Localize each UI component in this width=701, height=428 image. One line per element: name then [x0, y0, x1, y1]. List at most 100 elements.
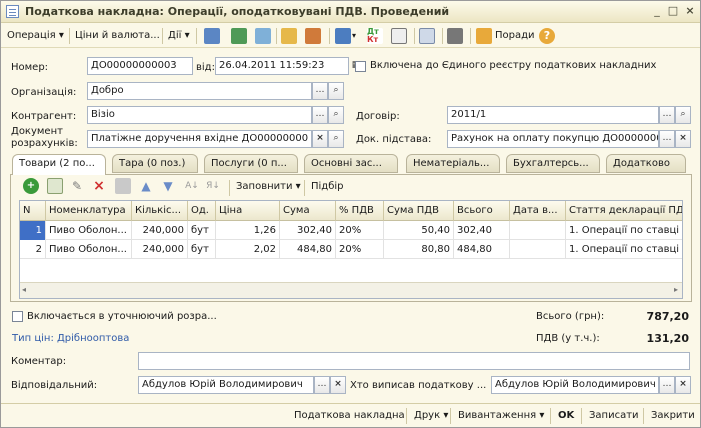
debit-credit-icon[interactable]: Дт Кт [367, 28, 383, 44]
table-cell[interactable]: 20% [336, 240, 384, 259]
report-icon[interactable] [391, 28, 407, 44]
tab-fixed-assets[interactable]: Основні зас... [304, 154, 398, 173]
clear-icon[interactable]: × [675, 130, 691, 148]
table-cell[interactable]: 302,40 [280, 221, 336, 240]
help-icon[interactable]: ? [539, 28, 555, 44]
table-cell[interactable]: 240,000 [132, 240, 188, 259]
clear-icon[interactable]: × [330, 376, 346, 394]
save-button[interactable]: Записати [589, 408, 639, 424]
tab-additional[interactable]: Додатково [606, 154, 686, 173]
column-header[interactable]: % ПДВ [336, 201, 384, 221]
table-cell[interactable]: 2 [20, 240, 46, 259]
search-icon[interactable]: ⌕ [328, 130, 344, 148]
payment-doc-field[interactable]: Платіжне доручення вхідне ДО00000000 [87, 130, 312, 148]
end-edit-icon[interactable] [115, 178, 131, 194]
table-cell[interactable]: 302,40 [454, 221, 510, 240]
table-cell[interactable]: 2,02 [216, 240, 280, 259]
minimize-button[interactable]: _ [650, 4, 664, 18]
responsible-select-button[interactable]: … [314, 376, 330, 394]
tips-button[interactable]: Поради [495, 27, 535, 45]
contract-field[interactable]: 2011/1 [447, 106, 659, 124]
basis-select-button[interactable]: … [659, 130, 675, 148]
column-header[interactable]: Дата в... [510, 201, 566, 221]
table-cell[interactable]: Пиво Оболон... [46, 221, 132, 240]
number-field[interactable]: ДО00000000003 [87, 57, 193, 75]
table-cell[interactable]: 1,26 [216, 221, 280, 240]
column-header[interactable]: Од. [188, 201, 216, 221]
select-button[interactable]: Підбір [311, 178, 344, 196]
post-document-icon[interactable] [204, 28, 220, 44]
table-cell[interactable]: 1 [20, 221, 46, 240]
table-cell[interactable] [510, 240, 566, 259]
issuer-select-button[interactable]: … [659, 376, 675, 394]
clear-icon[interactable]: × [675, 376, 691, 394]
registry-checkbox[interactable] [355, 61, 366, 72]
responsible-field[interactable]: Абдулов Юрій Володимирович [138, 376, 314, 394]
price-type-link[interactable]: Тип цін: Дрібнооптова [12, 333, 129, 344]
delete-row-icon[interactable]: × [91, 178, 107, 194]
search-icon[interactable]: ⌕ [328, 106, 344, 124]
tab-services[interactable]: Послуги (0 п... [204, 154, 298, 173]
move-up-icon[interactable]: ▲ [138, 178, 154, 194]
scroll-left-icon[interactable]: ◂ [22, 285, 26, 294]
column-header[interactable]: Стаття декларації ПДВ [566, 201, 682, 221]
table-cell[interactable]: 1. Операції по ставці 2 [566, 240, 682, 259]
table-cell[interactable]: 1. Операції по ставці 2 [566, 221, 682, 240]
refining-calc-checkbox[interactable] [12, 311, 23, 322]
prices-currency-button[interactable]: Ціни й валюта... [75, 27, 160, 45]
horizontal-scrollbar[interactable]: ◂ ▸ [20, 282, 682, 298]
tax-invoice-button[interactable]: Податкова накладна [294, 408, 405, 424]
go-to-icon[interactable] [335, 28, 351, 44]
tab-intangible[interactable]: Нематеріаль... [406, 154, 500, 173]
column-header[interactable]: Номенклатура [46, 201, 132, 221]
close-button[interactable]: Закрити [651, 408, 695, 424]
table-cell[interactable]: 20% [336, 221, 384, 240]
table-cell[interactable]: 484,80 [280, 240, 336, 259]
refresh-icon[interactable] [231, 28, 247, 44]
add-row-icon[interactable]: + [23, 178, 39, 194]
list-icon[interactable] [447, 28, 463, 44]
column-header[interactable]: Кількіс... [132, 201, 188, 221]
copy-row-icon[interactable] [47, 178, 63, 194]
basis-doc-field[interactable]: Рахунок на оплату покупцю ДО00000000 [447, 130, 659, 148]
table-cell[interactable]: бут [188, 240, 216, 259]
column-header[interactable]: Сума [280, 201, 336, 221]
operation-menu[interactable]: Операція ▾ [7, 27, 64, 45]
table-cell[interactable]: 484,80 [454, 240, 510, 259]
tab-packaging[interactable]: Тара (0 поз.) [112, 154, 198, 173]
fill-menu[interactable]: Заповнити ▾ [236, 178, 301, 196]
search-icon[interactable]: ⌕ [328, 82, 344, 100]
subordinate-docs-icon[interactable] [419, 28, 435, 44]
copy-icon[interactable] [255, 28, 271, 44]
sort-desc-icon[interactable]: Я↓ [205, 178, 221, 194]
table-row[interactable]: 2 Пиво Оболон... 240,000 бут 2,02 484,80… [20, 240, 682, 259]
date-field[interactable]: 26.04.2011 11:59:23 [215, 57, 349, 75]
column-header[interactable]: Ціна [216, 201, 280, 221]
contractor-field[interactable]: Візіо [87, 106, 312, 124]
contractor-select-button[interactable]: … [312, 106, 328, 124]
tab-goods[interactable]: Товари (2 по... [12, 154, 106, 175]
organization-field[interactable]: Добро [87, 82, 312, 100]
clear-icon[interactable]: × [312, 130, 328, 148]
sort-asc-icon[interactable]: A↓ [184, 178, 200, 194]
column-header[interactable]: Всього [454, 201, 510, 221]
tab-accounting[interactable]: Бухгалтерсь... [506, 154, 600, 173]
table-cell[interactable]: бут [188, 221, 216, 240]
actions-menu[interactable]: Дії ▾ [168, 27, 190, 45]
column-header[interactable]: Сума ПДВ [384, 201, 454, 221]
search-icon[interactable]: ⌕ [675, 106, 691, 124]
organization-select-button[interactable]: … [312, 82, 328, 100]
table-cell[interactable] [510, 221, 566, 240]
structure-icon[interactable] [305, 28, 321, 44]
table-row[interactable]: 1 Пиво Оболон... 240,000 бут 1,26 302,40… [20, 221, 682, 240]
goods-table[interactable]: N Номенклатура Кількіс... Од. Ціна Сума … [19, 200, 683, 299]
scroll-right-icon[interactable]: ▸ [674, 285, 678, 294]
print-menu[interactable]: Друк ▾ [414, 408, 448, 424]
comment-field[interactable] [138, 352, 690, 370]
edit-row-icon[interactable]: ✎ [69, 178, 85, 194]
close-window-button[interactable]: × [683, 4, 697, 18]
chevron-down-icon[interactable]: ▾ [352, 27, 356, 45]
issuer-field[interactable]: Абдулов Юрій Володимирович [491, 376, 659, 394]
table-cell[interactable]: 240,000 [132, 221, 188, 240]
table-cell[interactable]: Пиво Оболон... [46, 240, 132, 259]
